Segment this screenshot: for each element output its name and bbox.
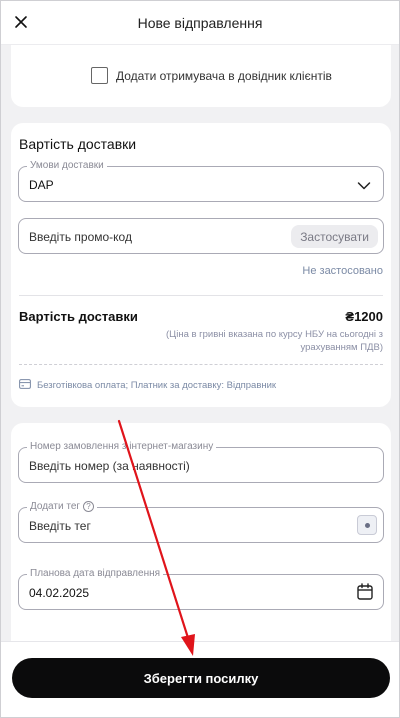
dot-icon bbox=[364, 522, 370, 528]
calendar-icon[interactable] bbox=[357, 583, 373, 605]
order-number-field[interactable]: Номер замовлення з інтернет-магазину Вве… bbox=[18, 441, 384, 483]
tag-input[interactable]: Введіть тег bbox=[29, 519, 91, 533]
page-title: Нове відправлення bbox=[137, 14, 263, 31]
help-icon[interactable]: ? bbox=[83, 501, 95, 512]
order-number-input[interactable]: Введіть номер (за наявності) bbox=[29, 459, 190, 473]
delivery-cost-note: (Ціна в гривні вказана по курсу НБУ на с… bbox=[166, 329, 383, 353]
chevron-down-icon[interactable] bbox=[357, 178, 371, 196]
header-bar: Нове відправлення bbox=[1, 1, 399, 45]
add-recipient-checkbox-row[interactable]: Додати отримувача в довідник клієнтів bbox=[91, 67, 332, 84]
promo-status: Не застосовано bbox=[302, 265, 383, 277]
add-recipient-label: Додати отримувача в довідник клієнтів bbox=[116, 68, 332, 83]
add-recipient-checkbox[interactable] bbox=[91, 67, 108, 84]
tag-label-wrap: Додати тег? bbox=[27, 501, 98, 514]
delivery-terms-value: DAP bbox=[29, 178, 54, 192]
tag-add-button[interactable] bbox=[357, 515, 377, 535]
delivery-terms-label: Умови доставки bbox=[27, 160, 107, 172]
promo-code-input[interactable]: Введіть промо-код bbox=[29, 230, 132, 244]
apply-promo-button[interactable]: Застосувати bbox=[291, 225, 378, 248]
dashed-divider bbox=[19, 364, 383, 365]
tag-label: Додати тег bbox=[30, 501, 81, 513]
delivery-cost-card: Вартість доставки Умови доставки DAP Вве… bbox=[11, 123, 391, 407]
ship-date-label: Планова дата відправлення bbox=[27, 568, 164, 580]
bottom-bar: Зберегти посилку bbox=[1, 641, 399, 717]
delivery-cost-label: Вартість доставки bbox=[19, 309, 138, 324]
divider bbox=[19, 295, 383, 296]
order-details-card: Номер замовлення з інтернет-магазину Вве… bbox=[11, 423, 391, 641]
ship-date-value[interactable]: 04.02.2025 bbox=[29, 586, 89, 600]
promo-code-field[interactable]: Введіть промо-код Застосувати bbox=[18, 218, 384, 254]
close-icon[interactable] bbox=[9, 10, 33, 34]
ship-date-field[interactable]: Планова дата відправлення 04.02.2025 bbox=[18, 568, 384, 610]
recipient-card: Додати отримувача в довідник клієнтів bbox=[11, 45, 391, 107]
delivery-terms-select[interactable]: Умови доставки DAP bbox=[18, 160, 384, 202]
tag-field[interactable]: Додати тег? Введіть тег bbox=[18, 501, 384, 543]
delivery-cost-value: ₴1200 bbox=[345, 309, 383, 324]
save-parcel-button[interactable]: Зберегти посилку bbox=[12, 658, 390, 698]
payment-info: Безготівкова оплата; Платник за доставку… bbox=[19, 379, 276, 392]
order-number-label: Номер замовлення з інтернет-магазину bbox=[27, 441, 217, 453]
payment-info-text: Безготівкова оплата; Платник за доставку… bbox=[37, 380, 277, 391]
delivery-cost-title: Вартість доставки bbox=[19, 136, 137, 152]
card-icon bbox=[19, 379, 31, 392]
